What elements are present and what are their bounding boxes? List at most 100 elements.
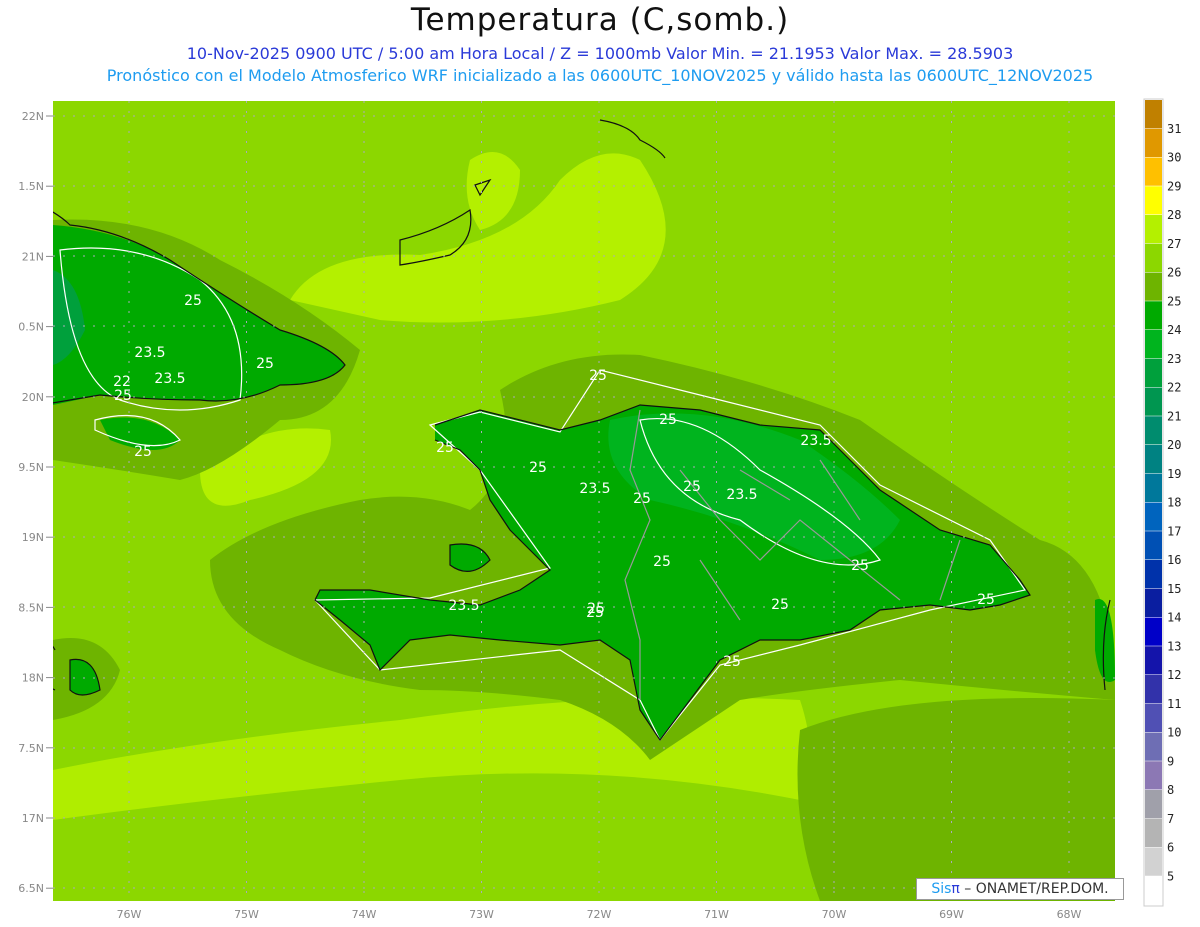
lat-label: 6.5N: [18, 882, 44, 895]
colorbar-swatch: [1145, 675, 1162, 704]
colorbar-swatch: [1145, 732, 1162, 761]
contour-label: 23.5: [154, 371, 185, 387]
colorbar-swatch: [1145, 301, 1162, 330]
contour-label: 23.5: [800, 433, 831, 449]
colorbar-swatch: [1145, 215, 1162, 244]
map-title: Temperatura (C,somb.): [410, 2, 790, 38]
lon-label: 72W: [587, 908, 612, 921]
logo-onamet: Sisπ – ONAMET/REP.DOM.: [916, 878, 1124, 900]
colorbar-label: 17: [1167, 524, 1181, 538]
colorbar-label: 8: [1167, 783, 1174, 797]
colorbar-swatch: [1145, 847, 1162, 876]
logo-pi: π: [951, 881, 960, 897]
colorbar-swatch: [1145, 502, 1162, 531]
colorbar-swatch: [1145, 703, 1162, 732]
lon-label: 76W: [117, 908, 142, 921]
colorbar-swatch: [1145, 358, 1162, 387]
colorbar-swatch: [1145, 243, 1162, 272]
colorbar-label: 27: [1167, 237, 1181, 251]
contour-label: 25: [977, 592, 995, 608]
contour-label: 23.5: [448, 598, 479, 614]
lon-label: 71W: [704, 908, 729, 921]
contour-label: 23.5: [579, 481, 610, 497]
logo-sis: Sis: [931, 881, 952, 897]
lat-label: 17N: [22, 812, 44, 825]
colorbar-legend: 31 30 29 28 27 26 25 24 23 22 21 20 19 18 17 16 15 14 13 12…: [1143, 98, 1181, 907]
contour-label: 25: [589, 368, 607, 384]
colorbar-label: 19: [1167, 467, 1181, 481]
colorbar-label: 30: [1167, 151, 1181, 165]
lat-label: 19N: [22, 531, 44, 544]
contour-label: 25: [436, 440, 454, 456]
colorbar-swatch: [1145, 272, 1162, 301]
contour-label: 25: [256, 356, 274, 372]
colorbar-label: 14: [1167, 611, 1181, 625]
colorbar-swatch: [1145, 445, 1162, 474]
colorbar-label: 24: [1167, 323, 1181, 337]
colorbar-label: 26: [1167, 266, 1181, 280]
latitude-labels: 22N 1.5N 21N 0.5N 20N 9.5N 19N 8.5N 18N 7.5N 17N 6.…: [18, 110, 53, 895]
lat-label: 21N: [22, 250, 44, 263]
subtitle-model-info: Pronóstico con el Modelo Atmosferico WRF…: [106, 66, 1094, 85]
contour-label: 25: [723, 654, 741, 670]
colorbar-swatch: [1145, 100, 1162, 129]
contour-label: 25: [659, 412, 677, 428]
colorbar-label: 11: [1167, 697, 1181, 711]
contour-label: 25: [184, 293, 202, 309]
colorbar-label: 13: [1167, 639, 1181, 653]
lat-label: 1.5N: [18, 180, 44, 193]
lat-label: 20N: [22, 391, 44, 404]
colorbar-swatch: [1145, 416, 1162, 445]
colorbar-label: 31: [1167, 122, 1181, 136]
contour-label: 25: [633, 491, 651, 507]
colorbar-label: 22: [1167, 381, 1181, 395]
colorbar-swatch: [1145, 531, 1162, 560]
colorbar-swatch: [1145, 186, 1162, 215]
contour-label: 25: [683, 479, 701, 495]
colorbar-swatch: [1145, 646, 1162, 675]
lon-label: 69W: [939, 908, 964, 921]
lat-label: 9.5N: [18, 461, 44, 474]
colorbar-label: 21: [1167, 409, 1181, 423]
colorbar-swatch: [1145, 128, 1162, 157]
shaded-field: [53, 101, 1115, 901]
contour-label: 23.5: [726, 487, 757, 503]
contour-label: 25: [771, 597, 789, 613]
lon-label: 68W: [1057, 908, 1082, 921]
contour-label: 25: [529, 460, 547, 476]
lon-label: 73W: [469, 908, 494, 921]
contour-label: 25: [587, 601, 605, 617]
lat-label: 22N: [22, 110, 44, 123]
colorbar-swatch: [1145, 330, 1162, 359]
contour-label: 23.5: [134, 345, 165, 361]
colorbar-swatch: [1145, 157, 1162, 186]
colorbar-label: 28: [1167, 208, 1181, 222]
colorbar-swatch: [1145, 473, 1162, 502]
lat-label: 7.5N: [18, 742, 44, 755]
colorbar-label: 29: [1167, 179, 1181, 193]
contour-label: 25: [114, 388, 132, 404]
contour-label: 25: [653, 554, 671, 570]
colorbar-label: 5: [1167, 869, 1174, 883]
colorbar-swatch: [1145, 790, 1162, 819]
colorbar-label: 16: [1167, 553, 1181, 567]
colorbar-swatch: [1145, 588, 1162, 617]
colorbar-label: 12: [1167, 668, 1181, 682]
lon-label: 70W: [822, 908, 847, 921]
colorbar-label: 20: [1167, 438, 1181, 452]
lon-label: 74W: [352, 908, 377, 921]
colorbar-label: 10: [1167, 726, 1181, 740]
lat-label: 0.5N: [18, 321, 44, 334]
lon-label: 75W: [234, 908, 259, 921]
temperature-map: 76W 75W 74W 73W 72W 71W 70W 69W 68W 22N 1.5N 21N 0.…: [18, 98, 1181, 921]
colorbar-label: 18: [1167, 496, 1181, 510]
contour-label: 25: [851, 558, 869, 574]
colorbar-swatch: [1145, 560, 1162, 589]
subtitle-valid-time: 10-Nov-2025 0900 UTC / 5:00 am Hora Loca…: [186, 44, 1014, 63]
colorbar-label: 6: [1167, 841, 1174, 855]
longitude-labels: 76W 75W 74W 73W 72W 71W 70W 69W 68W: [117, 908, 1082, 921]
colorbar-label: 7: [1167, 812, 1174, 826]
lat-label: 18N: [22, 672, 44, 685]
lat-label: 8.5N: [18, 601, 44, 614]
colorbar-label: 25: [1167, 294, 1181, 308]
